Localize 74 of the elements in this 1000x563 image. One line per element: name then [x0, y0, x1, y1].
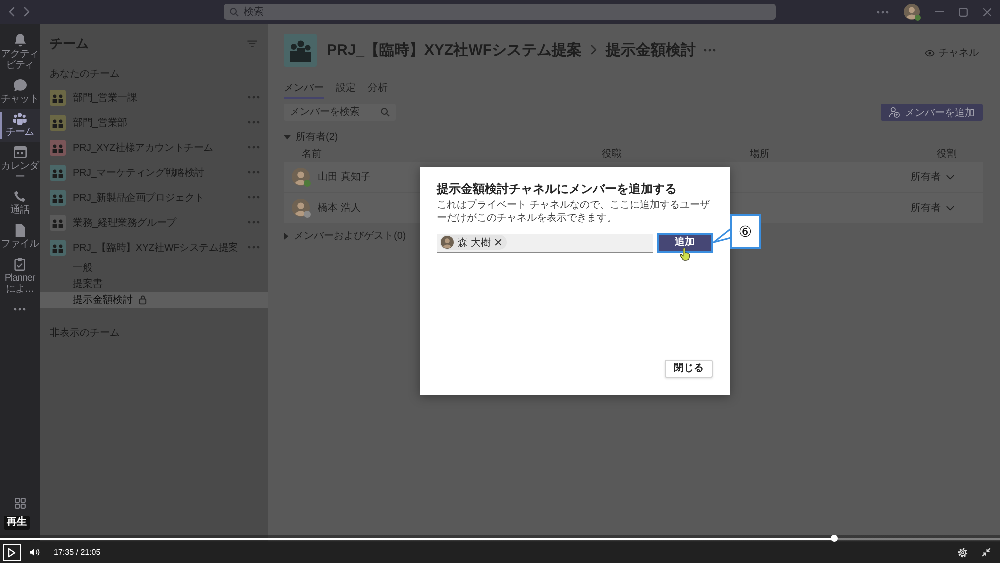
- close-icon[interactable]: [983, 8, 992, 16]
- dialog-title: 提示金額検討チャネルにメンバーを追加する: [437, 181, 678, 197]
- more-options-icon[interactable]: [248, 196, 260, 199]
- bell-icon: [14, 34, 26, 47]
- channel-item[interactable]: 提示金額検討: [40, 292, 268, 308]
- people-picture: [284, 34, 317, 66]
- member-name: 山田 真知子: [318, 170, 371, 184]
- remove-icon[interactable]: [494, 239, 502, 246]
- tooltip: 再生: [4, 516, 30, 530]
- member-name: 橋本 浩人: [318, 202, 361, 215]
- maximize-icon[interactable]: [959, 8, 968, 16]
- hand-cursor-icon: [680, 248, 690, 261]
- app-bar-item[interactable]: Planner によ…: [0, 254, 40, 299]
- clipboard-icon: [14, 258, 26, 271]
- app-bar-item[interactable]: ファイル: [0, 220, 40, 254]
- people-icon: [13, 113, 27, 125]
- forward-icon[interactable]: [24, 7, 30, 17]
- more-options-icon[interactable]: [877, 10, 889, 14]
- channel-info-button[interactable]: チャネル: [921, 45, 983, 61]
- search-icon: [230, 8, 239, 16]
- more-options-icon[interactable]: [248, 96, 260, 99]
- close-button[interactable]: 閉じる: [665, 360, 713, 378]
- section-toggle[interactable]: メンバーおよびゲスト(0): [284, 229, 406, 243]
- file-icon: [14, 224, 26, 237]
- chevron-down-icon: [946, 206, 955, 210]
- more-options-icon[interactable]: [248, 171, 260, 174]
- filter-icon[interactable]: [247, 40, 258, 48]
- person-chip[interactable]: 森 大樹: [440, 235, 507, 250]
- role-dropdown[interactable]: 所有者: [911, 170, 975, 184]
- avatar-icon: [441, 236, 454, 249]
- progress-track[interactable]: [0, 535, 1000, 542]
- tab[interactable]: 設定: [336, 79, 356, 99]
- column-header: 名前: [301, 148, 323, 161]
- add-button[interactable]: 追加: [657, 233, 713, 253]
- apps-icon[interactable]: [14, 498, 26, 509]
- column-header: 場所: [750, 148, 771, 161]
- play-button[interactable]: [3, 544, 21, 561]
- chevron-down-icon: [946, 174, 955, 180]
- calendar-icon: [14, 146, 26, 159]
- volume-icon[interactable]: [29, 548, 40, 557]
- settings-icon[interactable]: [958, 548, 968, 558]
- tab[interactable]: メンバー: [284, 79, 324, 99]
- play-icon: [8, 548, 16, 558]
- more-options-icon[interactable]: [248, 221, 260, 224]
- role-dropdown[interactable]: 所有者: [911, 201, 975, 215]
- app-bar-item[interactable]: チーム: [0, 109, 40, 142]
- app-bar-item[interactable]: アクティビティ: [0, 30, 40, 75]
- app-bar-item[interactable]: 通話: [0, 187, 40, 220]
- progress-thumb[interactable]: [830, 535, 838, 542]
- more-options-icon[interactable]: [704, 48, 716, 52]
- time-display: 17:35 / 21:05: [54, 548, 101, 557]
- add-member-button[interactable]: メンバーを追加: [881, 104, 983, 121]
- member-search-field[interactable]: メンバーを検索: [284, 104, 396, 121]
- breadcrumb-chevron-icon: [591, 45, 598, 55]
- dialog-description: これはプライベート チャネルなので、ここに追加するユーザーだけがこのチャネルを表示できます。: [437, 199, 711, 225]
- people-picker-field[interactable]: 森 大樹: [437, 234, 653, 252]
- section-toggle[interactable]: 所有者(2): [284, 130, 338, 144]
- phone-icon: [14, 191, 26, 203]
- search-icon: [381, 108, 390, 117]
- team-title: PRJ_【臨時】XYZ社WFシステム提案: [327, 40, 582, 60]
- more-options-icon[interactable]: [248, 246, 260, 249]
- profile-avatar-icon: [904, 4, 920, 20]
- chat-icon: [14, 79, 26, 92]
- app-bar-item[interactable]: チャット: [0, 75, 40, 109]
- collapse-arrows-icon[interactable]: [982, 548, 991, 557]
- person-add-icon: [889, 107, 900, 118]
- minimize-icon[interactable]: [935, 11, 944, 13]
- more-options-icon[interactable]: [248, 121, 260, 124]
- more-apps-icon[interactable]: [14, 308, 26, 311]
- channel-title: 提示金額検討: [606, 40, 696, 60]
- more-options-icon[interactable]: [248, 146, 260, 149]
- back-icon[interactable]: [9, 7, 15, 17]
- eye-icon: [925, 50, 935, 56]
- app-bar-item[interactable]: カレンダー: [0, 142, 40, 187]
